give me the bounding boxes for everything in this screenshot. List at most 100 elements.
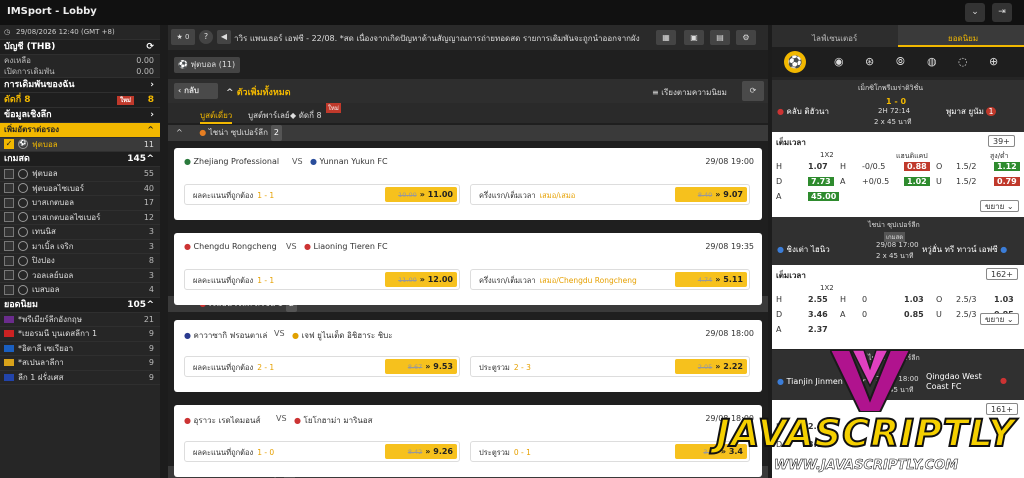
checkbox-icon[interactable]	[4, 284, 14, 295]
refresh-icon[interactable]: ⟳	[742, 81, 764, 101]
odds-1x2[interactable]: 45.00	[808, 192, 840, 201]
sidebar-item-sport[interactable]: บาสเกตบอล 17	[0, 196, 160, 211]
ou-odd[interactable]: 1.03	[994, 295, 1014, 304]
sidebar-item-league[interactable]: *พรีเมียร์ลีกอังกฤษ 21	[0, 313, 160, 327]
sidebar-item-league[interactable]: *อิตาลี เซเรียอา 9	[0, 342, 160, 356]
checkbox-icon[interactable]	[4, 255, 14, 266]
checkbox-icon[interactable]	[4, 212, 14, 222]
odds-1x2[interactable]: 1.07	[808, 162, 828, 171]
odds-1x2[interactable]: 2.55	[808, 295, 828, 304]
boost-bet-box[interactable]: ผลคะแนนที่ถูกต้อง 1 - 1 11.00» 12.00	[184, 269, 460, 290]
checkbox-icon[interactable]	[4, 197, 14, 208]
chevron-down-icon[interactable]: ⌄	[965, 3, 985, 22]
checkbox-icon[interactable]	[4, 270, 14, 280]
boosted-odds-button[interactable]: 10.00» 11.00	[385, 187, 457, 202]
live-games-header[interactable]: เกมสด 145 ^	[0, 152, 160, 167]
sidebar-item-sport[interactable]: ฟุตบอลไซเบอร์ 40	[0, 182, 160, 196]
tab-dak8[interactable]: ◆ ดัดกี่ 8	[290, 109, 322, 122]
checkbox-icon[interactable]	[4, 241, 14, 251]
sidebar-item-sport[interactable]: ฟุตบอล 55	[0, 167, 160, 182]
gear-icon[interactable]: ⚙	[736, 30, 756, 45]
live-match-2[interactable]: ไชน่า ซุปเปอร์ลีก เกมสด ● ชิงเต่า ไฮนิว …	[772, 217, 1024, 265]
tab-popular[interactable]: ยอดนิยม	[898, 25, 1024, 47]
sidebar-item-sport[interactable]: บาสเกตบอลไซเบอร์ 12	[0, 211, 160, 225]
handicap-odd[interactable]: 0.88	[904, 162, 930, 171]
sport-count: 8	[148, 256, 154, 265]
sidebar-item-sport[interactable]: มาเบิ้ล เจริก 3	[0, 240, 160, 254]
layout-icon[interactable]: ▦	[656, 30, 676, 45]
football-selected[interactable]: ✓ ⚽ ฟุตบอล 11	[0, 137, 160, 152]
tab-live-center[interactable]: ไลฟ์เซนเตอร์	[812, 32, 857, 45]
boosted-odds-button[interactable]: 8.40» 9.07	[675, 187, 747, 202]
handicap-odd[interactable]: 0.85	[904, 310, 924, 319]
ou-odd[interactable]: 0.79	[994, 177, 1020, 186]
boost-bet-box[interactable]: ประตูรวม 2 - 3 2.05» 2.22	[470, 356, 750, 377]
more-markets-button[interactable]: 162+	[986, 268, 1018, 280]
odds-1x2[interactable]: 2.37	[808, 325, 828, 334]
add-odds-header[interactable]: เพิ่มอัตราต่อรอง ^	[0, 123, 160, 138]
refresh-icon[interactable]: ⟳	[146, 40, 154, 55]
football-icon[interactable]: ⚽	[784, 51, 806, 73]
boosted-odds-button[interactable]: 4.74» 5.11	[675, 272, 747, 287]
stats-icon[interactable]: ▤	[710, 30, 730, 45]
checkbox-checked-icon[interactable]: ✓	[4, 139, 14, 149]
handicap-odd[interactable]: 1.02	[904, 177, 930, 186]
boost-bet-box[interactable]: ประตูรวม 0 - 1 3.17» 3.4	[470, 441, 750, 462]
boost-bet-box[interactable]: ผลคะแนนที่ถูกต้อง 2 - 1 8.67» 9.53	[184, 356, 460, 377]
odds-1x2[interactable]: 3.46	[808, 310, 828, 319]
boosted-odds-button[interactable]: 8.42» 9.26	[385, 444, 457, 459]
megaphone-icon[interactable]: ◀	[217, 30, 231, 44]
sidebar-item-sport[interactable]: เทนนิส 3	[0, 225, 160, 240]
sort-dropdown[interactable]: ≡ เรียงตามความนิยม	[652, 86, 727, 99]
dak8-row[interactable]: ดัดกี่ 8 ใหม่ 8	[0, 93, 160, 108]
volleyball-icon[interactable]: ◍	[927, 55, 937, 68]
more-markets-button[interactable]: 161+	[986, 403, 1018, 415]
sidebar-item-sport[interactable]: เบสบอล 4	[0, 283, 160, 298]
live-match-3[interactable]: ไชน่า ซุปเปอร์ลีก ● Tianjin Jinmen Tiger…	[772, 350, 1024, 400]
m3-d-odd[interactable]: 3.53	[808, 440, 828, 449]
help-icon[interactable]: ?	[199, 30, 213, 44]
expand-button[interactable]: ขยาย ⌄	[980, 313, 1019, 325]
football-tab[interactable]: ⚽ ฟุตบอล (11)	[174, 57, 240, 73]
league-group-header[interactable]: ^ ● ไชน่า ซุปเปอร์ลีก 2	[168, 125, 768, 141]
boosted-odds-button[interactable]: 3.17» 3.4	[675, 444, 747, 459]
checkbox-icon[interactable]	[4, 168, 14, 179]
odds-1x2[interactable]: 7.73	[808, 177, 834, 186]
tabletennis-icon[interactable]: ⦾	[896, 55, 905, 69]
boosted-odds-button[interactable]: 11.00» 12.00	[385, 272, 457, 287]
expand-button[interactable]: ขยาย ⌄	[980, 200, 1019, 212]
ou-odd[interactable]: 1.12	[994, 162, 1020, 171]
checkbox-icon[interactable]	[4, 183, 14, 193]
tennis-icon[interactable]: ◌	[958, 55, 968, 68]
my-bets[interactable]: การเดิมพันของฉัน ›	[0, 78, 160, 93]
baseball-icon[interactable]: ⊕	[989, 55, 998, 68]
checkbox-icon[interactable]	[4, 226, 14, 237]
back-button[interactable]: ‹ กลับ	[174, 83, 218, 99]
boosted-odds-button[interactable]: 8.67» 9.53	[385, 359, 457, 374]
handicap-odd[interactable]: 1.03	[904, 295, 924, 304]
basketball-icon[interactable]: ◉	[834, 55, 844, 68]
sidebar-item-sport[interactable]: ปิงปอง 8	[0, 254, 160, 269]
tab-boost-parlay[interactable]: บูสต์พาร์เลย์	[248, 109, 290, 122]
sidebar-item-league[interactable]: *เยอรมนี บุนเดสลีกา 1 9	[0, 327, 160, 342]
logout-icon[interactable]: ⇥	[992, 3, 1012, 22]
account-header[interactable]: บัญชี (THB) ⟳	[0, 40, 160, 55]
m2-away-name: หวู่ฮั่น ทรี ทาวน์ เอฟซี	[922, 245, 998, 254]
star-counter[interactable]: ★ 0	[171, 29, 195, 45]
live-match-1[interactable]: เม็กซิโกพรีเมร่าดิวิชั่น ● คลับ ติฮัวนา …	[772, 80, 1024, 132]
boost-bet-box[interactable]: ครึ่งแรก/เต็มเวลา เสมอ/Chengdu Rongcheng 4…	[470, 269, 750, 290]
promo-row[interactable]: ข้อมูลเชิงลึก ›	[0, 108, 160, 123]
sidebar-item-league[interactable]: ลีก 1 ฝรั่งเศส 9	[0, 371, 160, 385]
more-markets-button[interactable]: 39+	[988, 135, 1015, 147]
boosted-odds-button[interactable]: 2.05» 2.22	[675, 359, 747, 374]
sidebar-item-sport[interactable]: วอลเลย์บอล 3	[0, 269, 160, 283]
cyber-icon[interactable]: ⊛	[865, 55, 874, 68]
popular-header[interactable]: ยอดนิยม 105 ^	[0, 297, 160, 313]
sidebar-item-league[interactable]: *สเปนลาลีกา 9	[0, 356, 160, 371]
boost-bet-box[interactable]: ผลคะแนนที่ถูกต้อง 1 - 0 8.42» 9.26	[184, 441, 460, 462]
tab-boost-single[interactable]: บูสต์เดี่ยว	[200, 109, 233, 124]
boost-bet-box[interactable]: ครึ่งแรก/เต็มเวลา เสมอ/เสมอ 8.40» 9.07	[470, 184, 750, 205]
tv-icon[interactable]: ▣	[684, 30, 704, 45]
m3-h-odd[interactable]: 2.43	[808, 422, 828, 431]
boost-bet-box[interactable]: ผลคะแนนที่ถูกต้อง 1 - 1 10.00» 11.00	[184, 184, 460, 205]
